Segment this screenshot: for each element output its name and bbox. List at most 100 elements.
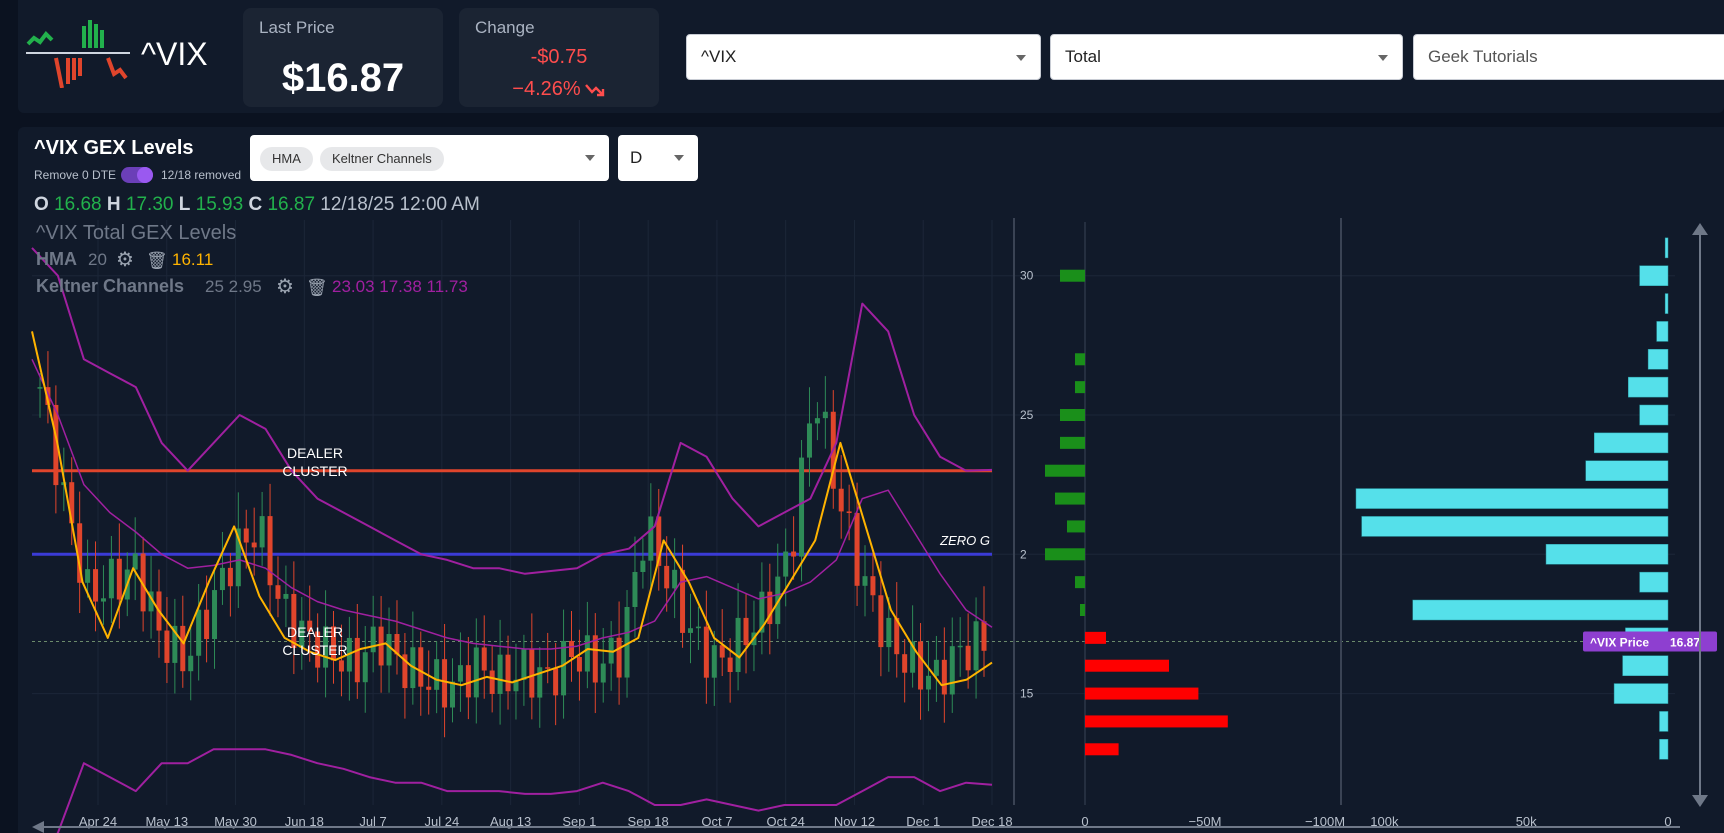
candle-body — [949, 646, 955, 695]
legend-hma-period: 20 — [88, 250, 107, 269]
gear-icon: ⚙ — [116, 249, 134, 271]
candle-body — [632, 571, 638, 607]
legend-series-title: ^VIX Total GEX Levels — [36, 222, 236, 244]
candle-body — [108, 558, 114, 599]
oi-bar — [1659, 711, 1669, 732]
gex-bar — [1085, 715, 1228, 728]
candle-body — [473, 647, 479, 698]
legend-hma-value: 16.11 — [172, 250, 213, 269]
scroll-down-icon — [1692, 795, 1708, 807]
candle-body — [457, 665, 463, 682]
candle-body — [370, 626, 376, 653]
oi-bar — [1664, 293, 1669, 314]
legend-keltner-label: Keltner Channels — [36, 276, 184, 296]
candle-body — [838, 488, 844, 512]
candle-body — [251, 542, 257, 548]
gex-y-tick: 30 — [1020, 269, 1034, 283]
candle-body — [902, 654, 908, 673]
dealer-cluster-label: DEALER — [287, 445, 343, 461]
candle-body — [941, 659, 947, 695]
candle-body — [846, 511, 852, 514]
candle-body — [981, 621, 987, 651]
candle-body — [814, 418, 820, 424]
candle-body — [553, 668, 559, 696]
scroll-left-icon — [32, 821, 44, 833]
keltner-middle-line — [31, 358, 993, 650]
oi-bar — [1639, 404, 1669, 426]
zero-g-label: ZERO G — [939, 533, 990, 548]
candle-body — [925, 675, 931, 690]
candle-body — [870, 576, 876, 596]
oi-bar — [1664, 237, 1669, 259]
candle-body — [481, 647, 487, 671]
gear-icon: ⚙ — [276, 276, 294, 298]
candle-body — [450, 681, 456, 708]
candle-body — [592, 635, 598, 683]
candle-body — [933, 659, 939, 676]
gex-bar — [1080, 604, 1085, 616]
dealer-cluster-label: CLUSTER — [282, 463, 347, 479]
candle-body — [418, 647, 424, 687]
candle-body — [703, 626, 709, 678]
oi-bar — [1355, 488, 1669, 509]
candle-body — [521, 649, 527, 680]
candle-body — [426, 686, 432, 690]
candle-body — [719, 645, 725, 658]
gex-bar — [1055, 492, 1085, 505]
gex-bar — [1045, 548, 1085, 561]
candle-body — [219, 567, 225, 591]
candle-body — [584, 635, 590, 672]
gex-bar — [1075, 576, 1085, 589]
gex-y-tick: 25 — [1020, 408, 1034, 422]
gex-y-tick: 2 — [1020, 547, 1027, 561]
candle-body — [227, 567, 233, 587]
candle-body — [687, 628, 693, 633]
oi-bar — [1639, 265, 1669, 286]
oi-bar — [1594, 432, 1669, 454]
candle-body — [529, 649, 535, 698]
gex-bar — [1060, 436, 1085, 449]
candle-body — [204, 609, 210, 640]
candle-body — [259, 516, 265, 548]
gex-bar — [1045, 464, 1085, 477]
candle-body — [434, 659, 440, 690]
candle-body — [616, 637, 622, 678]
candle-body — [93, 569, 99, 602]
candle-body — [727, 657, 733, 673]
candle-body — [648, 516, 654, 561]
oi-bar — [1659, 739, 1669, 760]
candle-body — [37, 387, 43, 389]
candle-body — [743, 617, 749, 646]
candle-body — [886, 617, 892, 648]
gex-bar — [1085, 659, 1169, 672]
oi-bar — [1585, 460, 1669, 481]
candle-body — [672, 569, 678, 589]
candle-body — [338, 660, 344, 672]
candle-body — [545, 667, 551, 669]
chart-canvas[interactable]: Apr 24 May 13 May 30 Jun 18 Jul 7 Jul 24 Aug 1… — [0, 0, 1724, 833]
candle-body — [85, 569, 91, 583]
candle-body — [489, 670, 495, 694]
trash-icon: 🗑 — [146, 251, 168, 270]
candle-body — [164, 630, 170, 663]
candle-body — [568, 640, 574, 657]
gex-bar — [1075, 381, 1085, 394]
candle-body — [442, 659, 448, 708]
candle-body — [132, 553, 138, 570]
candle-body — [188, 655, 194, 672]
candle-body — [973, 621, 979, 671]
candle-body — [116, 558, 122, 600]
candle-body — [283, 593, 289, 599]
candle-body — [465, 665, 471, 698]
candle-body — [664, 565, 670, 589]
candle-body — [505, 654, 511, 692]
candle-body — [275, 585, 281, 599]
oi-bar — [1622, 655, 1669, 676]
candle-body — [735, 617, 741, 673]
candle-body — [100, 598, 106, 602]
candle-body — [965, 645, 971, 671]
oi-bar — [1639, 571, 1669, 593]
candle-body — [212, 590, 218, 640]
candle-body — [878, 595, 884, 648]
price-tag-value: 16.87 — [1670, 635, 1700, 649]
